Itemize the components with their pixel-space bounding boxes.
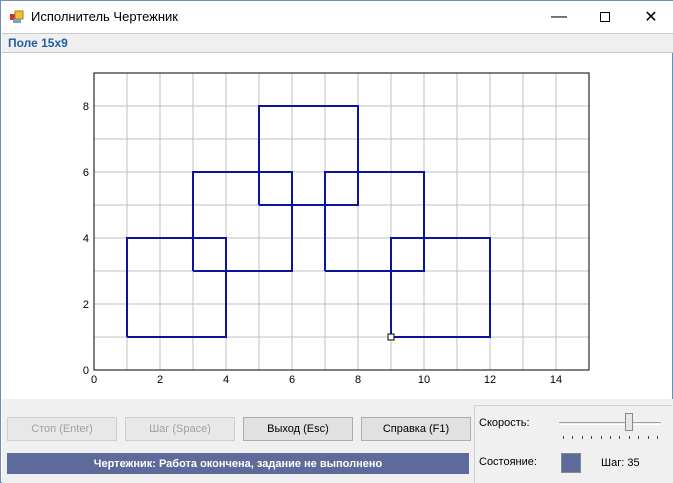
y-tick-label: 8	[83, 101, 89, 113]
slider-tick	[572, 436, 574, 439]
step-button[interactable]: Шаг (Space)	[125, 417, 235, 441]
close-icon: ✕	[644, 9, 658, 26]
slider-tick	[647, 436, 649, 439]
close-button[interactable]: ✕	[628, 1, 673, 33]
x-tick-label: 8	[355, 374, 361, 386]
drawn-path	[324, 171, 425, 272]
drawn-path	[126, 237, 227, 338]
step-count: Шаг: 35	[601, 457, 640, 469]
y-tick-label: 6	[83, 167, 89, 179]
x-tick-label: 0	[91, 374, 97, 386]
status-bar: Чертежник: Работа окончена, задание не в…	[7, 453, 469, 474]
app-icon	[10, 10, 24, 23]
maximize-button[interactable]	[582, 1, 628, 33]
slider-tick	[610, 436, 611, 439]
slider-tick	[628, 436, 630, 439]
slider-tick	[619, 436, 621, 439]
pen-cursor-icon	[387, 333, 395, 341]
y-tick-label: 4	[83, 233, 89, 245]
field-border	[93, 72, 590, 371]
y-tick-label: 2	[83, 299, 89, 311]
x-tick-label: 12	[484, 374, 496, 386]
speed-slider-thumb[interactable]	[624, 413, 633, 431]
speed-slider[interactable]	[559, 422, 661, 425]
x-tick-label: 6	[289, 374, 295, 386]
drawn-path	[192, 171, 293, 272]
speed-state-panel: Скорость: Состояние: Шаг: 35	[474, 405, 672, 483]
slider-tick	[591, 436, 593, 439]
maximize-icon	[600, 12, 610, 22]
stop-button[interactable]: Стоп (Enter)	[7, 417, 117, 441]
slider-tick	[563, 436, 564, 439]
x-tick-label: 2	[157, 374, 163, 386]
minimize-button[interactable]: —	[536, 1, 582, 33]
speed-label: Скорость:	[479, 417, 530, 429]
help-button[interactable]: Справка (F1)	[361, 417, 471, 441]
field-info-bar: Поле 15x9	[2, 33, 673, 53]
state-label: Состояние:	[479, 456, 537, 468]
drawing-field: 0 2 4 6 8 10 12 14 0 2 4 6 8	[83, 72, 590, 386]
slider-tick	[581, 436, 583, 439]
x-tick-label: 14	[550, 374, 562, 386]
slider-tick	[657, 436, 658, 439]
x-tick-label: 10	[418, 374, 430, 386]
control-panel: Стоп (Enter) Шаг (Space) Выход (Esc) Спр…	[2, 399, 673, 483]
field-size-label: Поле 15x9	[8, 36, 68, 50]
drawn-path	[258, 105, 359, 206]
window-title: Исполнитель Чертежник	[31, 9, 178, 24]
slider-tick	[638, 436, 640, 439]
drawn-path	[390, 237, 491, 338]
x-tick-label: 4	[223, 374, 229, 386]
y-tick-label: 0	[83, 365, 89, 377]
exit-button[interactable]: Выход (Esc)	[243, 417, 353, 441]
minimize-icon: —	[551, 8, 567, 25]
title-bar: Исполнитель Чертежник — ✕	[1, 1, 673, 33]
slider-tick	[600, 436, 602, 439]
state-indicator	[561, 453, 581, 473]
